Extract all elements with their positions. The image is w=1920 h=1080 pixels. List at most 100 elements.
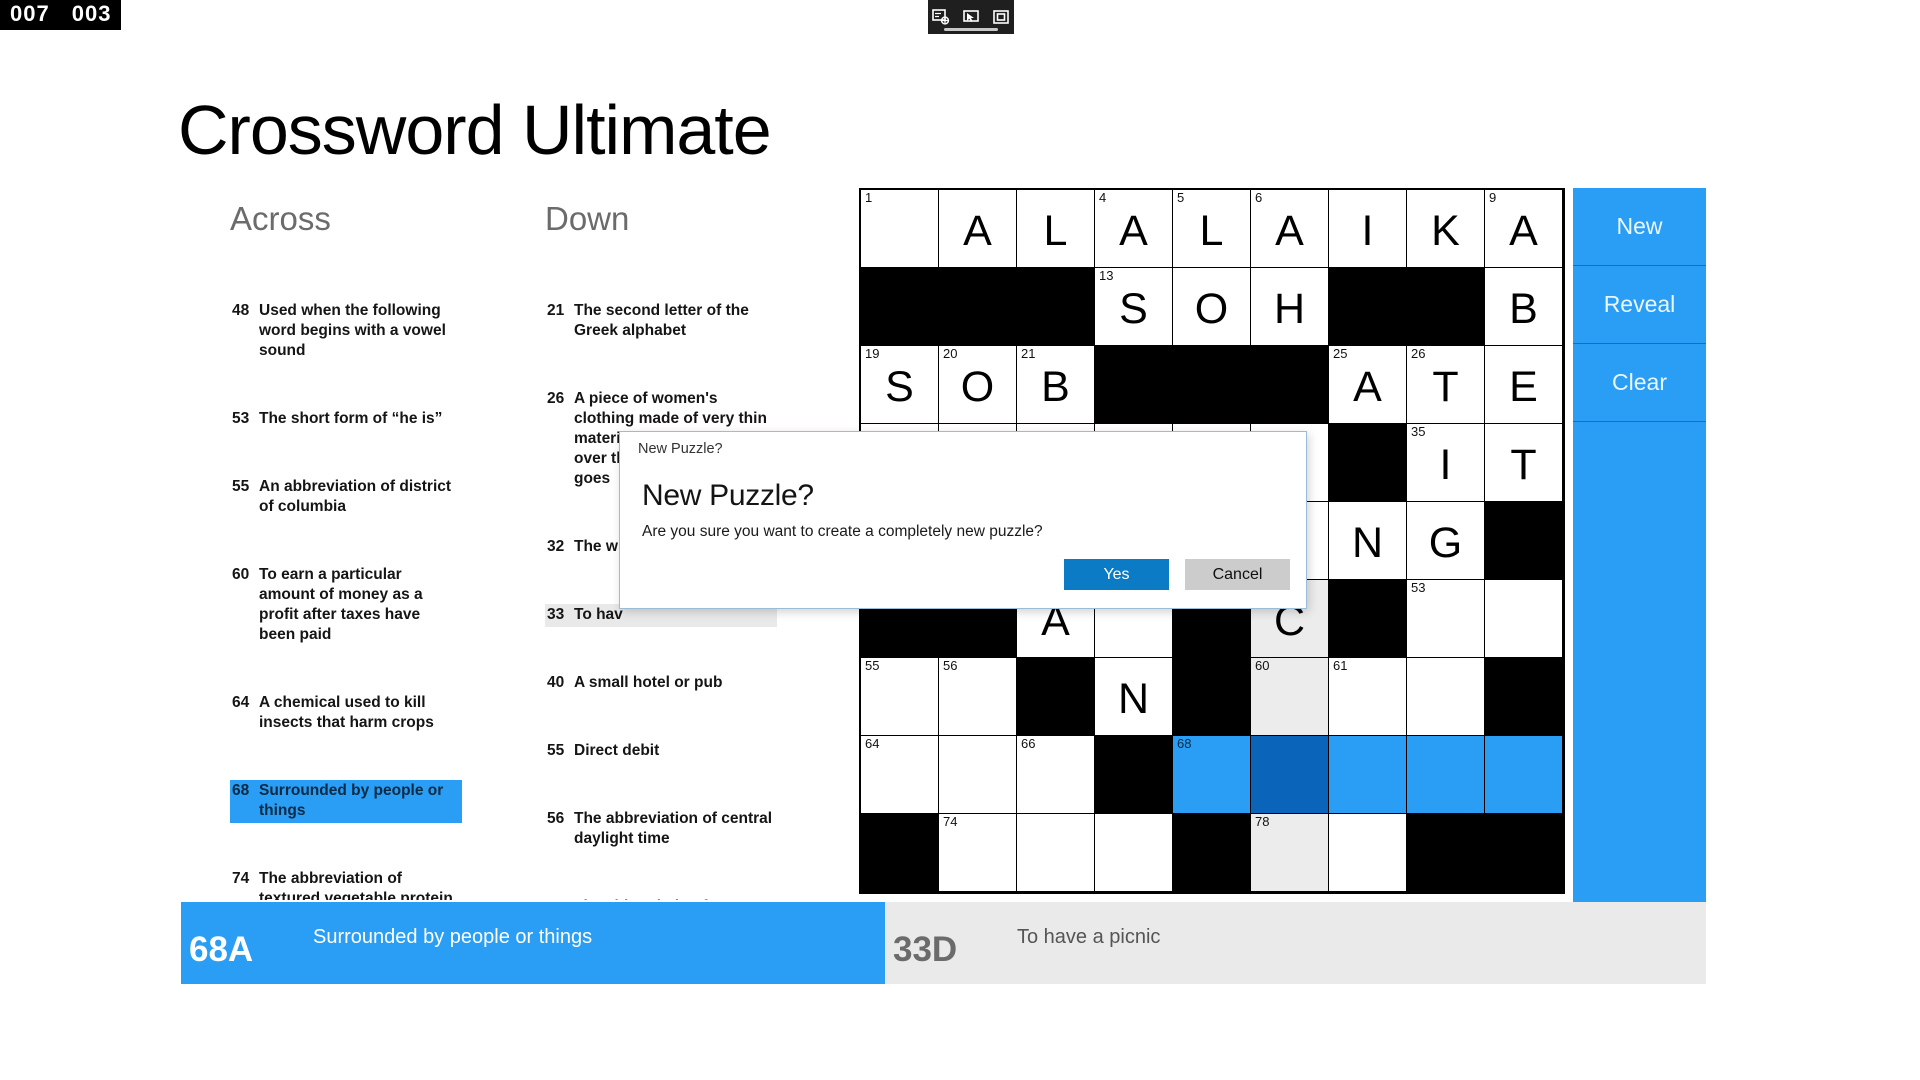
grid-cell-letter: H xyxy=(1273,285,1306,333)
grid-cell-number: 60 xyxy=(1255,658,1270,673)
grid-cell[interactable]: 20 O xyxy=(939,346,1017,424)
grid-cell[interactable] xyxy=(1095,814,1173,892)
new-button[interactable]: New xyxy=(1573,188,1706,266)
dialog-cancel-button[interactable]: Cancel xyxy=(1185,559,1290,590)
dialog-yes-button[interactable]: Yes xyxy=(1064,559,1169,590)
grid-cell[interactable]: 53 xyxy=(1407,580,1485,658)
grid-cell[interactable]: 25 A xyxy=(1329,346,1407,424)
grid-cell[interactable] xyxy=(1017,814,1095,892)
grid-cell[interactable] xyxy=(1329,814,1407,892)
clue-text: An abbreviation of district of columbia xyxy=(259,478,452,515)
grid-block-cell xyxy=(1485,502,1563,580)
clue-number: 53 xyxy=(232,410,250,427)
across-heading: Across xyxy=(230,200,331,237)
clue-text: Surrounded by people or things xyxy=(259,782,444,819)
grid-cell[interactable]: 61 xyxy=(1329,658,1407,736)
grid-cell[interactable]: 55 xyxy=(861,658,939,736)
clue-item-across-48[interactable]: 48 Used when the following word begins wi… xyxy=(230,300,462,363)
clue-item-down-56[interactable]: 56 The abbreviation of central daylight t… xyxy=(545,808,777,851)
clue-item-down-40[interactable]: 40 A small hotel or pub xyxy=(545,672,777,695)
capture-region-icon[interactable] xyxy=(929,5,953,29)
grid-cell[interactable]: 66 xyxy=(1017,736,1095,814)
grid-cell[interactable] xyxy=(1407,736,1485,814)
grid-cell-number: 1 xyxy=(865,190,873,205)
grid-cell[interactable]: 60 xyxy=(1251,658,1329,736)
crossword-app: Crossword Ultimate Across 48 Used when th… xyxy=(0,0,1920,1080)
grid-block-cell xyxy=(861,268,939,346)
current-across-text: Surrounded by people or things xyxy=(313,926,593,948)
grid-cell[interactable]: 9A xyxy=(1485,190,1563,268)
grid-cell[interactable]: 35 I xyxy=(1407,424,1485,502)
dialog-message: Are you sure you want to create a comple… xyxy=(642,523,1043,540)
grid-cell[interactable]: H xyxy=(1251,268,1329,346)
down-heading: Down xyxy=(545,200,630,237)
grid-cell[interactable]: B xyxy=(1485,268,1563,346)
grid-cell-number: 25 xyxy=(1333,346,1348,361)
grid-cell-letter: G xyxy=(1428,519,1463,567)
clue-item-across-60[interactable]: 60 To earn a particular amount of money a… xyxy=(230,564,462,647)
across-clue-list[interactable]: 48 Used when the following word begins wi… xyxy=(230,300,480,900)
clue-text: Direct debit xyxy=(574,742,660,759)
grid-cell[interactable]: 74 xyxy=(939,814,1017,892)
clue-text: The second letter of the Greek alphabet xyxy=(574,302,749,339)
grid-cell[interactable]: E xyxy=(1485,346,1563,424)
grid-cell-number: 64 xyxy=(865,736,880,751)
grid-block-cell xyxy=(861,814,939,892)
grid-cell[interactable]: 6A xyxy=(1251,190,1329,268)
grid-cell[interactable]: I xyxy=(1329,190,1407,268)
clue-number: 48 xyxy=(232,302,250,319)
grid-cell-letter: A xyxy=(1119,207,1148,255)
clue-number: 56 xyxy=(547,810,565,827)
clue-item-across-74[interactable]: 74 The abbreviation of textured vegetable… xyxy=(230,868,462,900)
recorder-count: 003 xyxy=(71,1,112,26)
clue-item-down-21[interactable]: 21 The second letter of the Greek alphabe… xyxy=(545,300,777,343)
grid-cell[interactable]: A xyxy=(939,190,1017,268)
grid-cell[interactable]: T xyxy=(1485,424,1563,502)
clue-item-across-68[interactable]: 68 Surrounded by people or things xyxy=(230,780,462,823)
capture-toolbar-handle[interactable] xyxy=(944,28,998,31)
grid-cell-number: 19 xyxy=(865,346,880,361)
grid-cell[interactable] xyxy=(1251,736,1329,814)
current-across-clue-bar[interactable]: 68A Surrounded by people or things xyxy=(181,902,881,984)
grid-cell[interactable]: N xyxy=(1329,502,1407,580)
grid-cell[interactable] xyxy=(1485,736,1563,814)
grid-cell[interactable]: 13 S xyxy=(1095,268,1173,346)
grid-cell[interactable]: 56 xyxy=(939,658,1017,736)
grid-cell[interactable]: O xyxy=(1173,268,1251,346)
grid-block-cell xyxy=(939,268,1017,346)
grid-cell[interactable]: 64 xyxy=(861,736,939,814)
grid-cell[interactable] xyxy=(939,736,1017,814)
grid-cell[interactable]: 5L xyxy=(1173,190,1251,268)
grid-cell[interactable] xyxy=(1329,736,1407,814)
clue-item-down-61[interactable]: 61The abbreviation for educational insti… xyxy=(545,896,777,900)
grid-cell[interactable]: K xyxy=(1407,190,1485,268)
grid-cell[interactable]: G xyxy=(1407,502,1485,580)
clue-item-down-55[interactable]: 55 Direct debit xyxy=(545,740,777,763)
clue-item-across-55[interactable]: 55 An abbreviation of district of columbi… xyxy=(230,476,462,519)
grid-cell[interactable]: L xyxy=(1017,190,1095,268)
grid-cell[interactable]: 4A xyxy=(1095,190,1173,268)
capture-window-icon[interactable] xyxy=(959,5,983,29)
capture-fullscreen-icon[interactable] xyxy=(989,5,1013,29)
clue-item-across-64[interactable]: 64 A chemical used to kill insects that h… xyxy=(230,692,462,735)
grid-cell-letter: K xyxy=(1431,207,1460,255)
reveal-button[interactable]: Reveal xyxy=(1573,266,1706,344)
current-down-clue-bar[interactable]: 33D To have a picnic xyxy=(881,902,1706,984)
clue-number: 26 xyxy=(547,390,565,407)
clue-number: 68 xyxy=(232,782,250,799)
grid-cell-number: 35 xyxy=(1411,424,1426,439)
capture-toolbar xyxy=(928,0,1014,34)
grid-cell-number: 78 xyxy=(1255,814,1270,829)
grid-cell[interactable]: 26 T xyxy=(1407,346,1485,424)
clue-text: A small hotel or pub xyxy=(574,674,723,691)
grid-cell[interactable]: 21 B xyxy=(1017,346,1095,424)
clear-button[interactable]: Clear xyxy=(1573,344,1706,422)
grid-cell[interactable] xyxy=(1407,658,1485,736)
grid-cell[interactable]: N xyxy=(1095,658,1173,736)
grid-cell[interactable] xyxy=(1485,580,1563,658)
grid-cell[interactable]: 1 xyxy=(861,190,939,268)
clue-item-across-53[interactable]: 53 The short form of “he is” xyxy=(230,408,462,431)
grid-cell[interactable]: 78 xyxy=(1251,814,1329,892)
grid-cell[interactable]: 19 S xyxy=(861,346,939,424)
grid-cell[interactable]: 68 xyxy=(1173,736,1251,814)
